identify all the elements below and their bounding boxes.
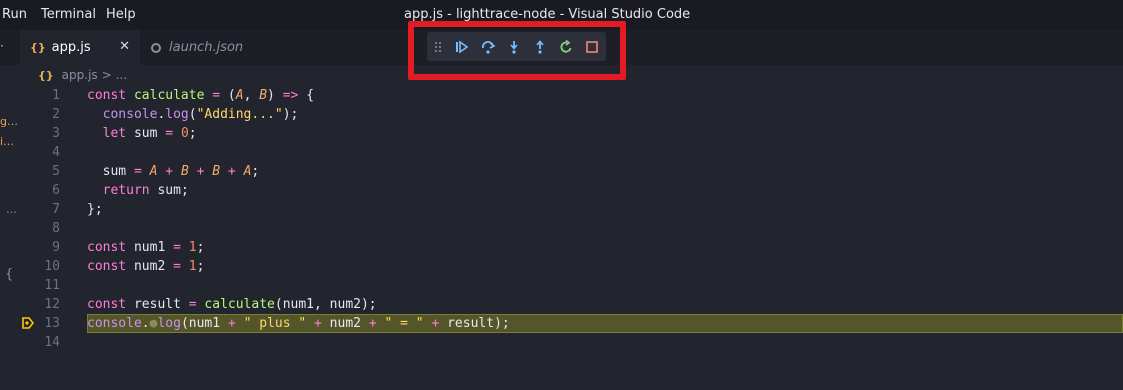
- line-number: 12: [44, 297, 60, 312]
- line-number: 5: [52, 164, 60, 179]
- stop-icon: [586, 40, 598, 53]
- code-text: const calculate = (A, B) => {: [87, 88, 315, 103]
- line-number: 13: [44, 316, 60, 331]
- line-number: 7: [52, 202, 60, 217]
- code-text: const result = calculate(num1, num2);: [87, 297, 377, 312]
- continue-icon: [456, 39, 469, 54]
- code-text: return sum;: [102, 183, 189, 198]
- line-number: 9: [52, 240, 60, 255]
- close-icon[interactable]: ✕: [119, 39, 130, 54]
- code-line[interactable]: 3 let sum = 0;: [0, 124, 1123, 143]
- line-number: 14: [44, 335, 60, 350]
- code-line[interactable]: 12 const result = calculate(num1, num2);: [0, 295, 1123, 314]
- tab-edge: ⋅: [0, 30, 20, 65]
- line-number: 8: [52, 221, 60, 236]
- js-icon: {}: [38, 68, 54, 82]
- json-icon: [151, 42, 161, 53]
- menu-terminal[interactable]: Terminal: [41, 7, 96, 22]
- restart-button[interactable]: [553, 36, 579, 58]
- breadcrumb: {} app.js > ...: [38, 68, 127, 82]
- step-out-icon: [536, 39, 544, 54]
- code-line[interactable]: 6 return sum;: [0, 181, 1123, 200]
- code-line-current[interactable]: 13 console.●log(num1 + " plus " + num2 +…: [0, 314, 1123, 333]
- tab-label: launch.json: [169, 40, 244, 55]
- line-number: 3: [52, 126, 60, 141]
- code-line[interactable]: 10 const num2 = 1;: [0, 257, 1123, 276]
- breadcrumb-more[interactable]: ...: [116, 68, 127, 82]
- tab-launch-json[interactable]: launch.json: [141, 30, 269, 65]
- tab-app-js[interactable]: {} app.js ✕: [20, 30, 140, 65]
- js-icon: {}: [30, 41, 46, 54]
- code-line[interactable]: 4: [0, 143, 1123, 162]
- code-line[interactable]: 14: [0, 333, 1123, 352]
- code-line[interactable]: 1 const calculate = (A, B) => {: [0, 86, 1123, 105]
- code-text: let sum = 0;: [102, 126, 197, 141]
- line-number: 6: [52, 183, 60, 198]
- code-text: const num2 = 1;: [87, 259, 205, 274]
- breadcrumb-file[interactable]: app.js: [62, 68, 98, 82]
- code-line[interactable]: 9 const num1 = 1;: [0, 238, 1123, 257]
- line-number: 1: [52, 88, 60, 103]
- window-title: app.js - lighttrace-node - Visual Studio…: [404, 7, 691, 22]
- code-text: console.log("Adding...");: [102, 107, 299, 122]
- line-number: 10: [44, 259, 60, 274]
- menu-help[interactable]: Help: [106, 7, 136, 22]
- step-out-button[interactable]: [527, 36, 553, 58]
- code-text: };: [87, 202, 103, 217]
- code-line[interactable]: 8: [0, 219, 1123, 238]
- step-into-icon: [510, 40, 518, 54]
- more-icon[interactable]: ⋅: [0, 39, 4, 53]
- continue-button[interactable]: [449, 36, 475, 58]
- line-number: 11: [44, 278, 60, 293]
- tab-label: app.js: [51, 40, 91, 55]
- line-number: 2: [52, 107, 60, 122]
- stop-button[interactable]: [579, 36, 605, 58]
- debug-toolbar: [427, 32, 606, 61]
- code-line[interactable]: 2 console.log("Adding...");: [0, 105, 1123, 124]
- step-into-button[interactable]: [501, 36, 527, 58]
- code-line[interactable]: 11: [0, 276, 1123, 295]
- drag-handle-icon[interactable]: [427, 36, 449, 58]
- chevron-right-icon: >: [101, 68, 112, 82]
- code-text: sum = A + B + B + A;: [102, 164, 260, 179]
- code-line[interactable]: 5 sum = A + B + B + A;: [0, 162, 1123, 181]
- code-text: console.●log(num1 + " plus " + num2 + " …: [87, 316, 510, 331]
- menu-run[interactable]: Run: [2, 7, 27, 22]
- line-number: 4: [52, 145, 60, 160]
- breakpoint-arrow-icon[interactable]: [22, 317, 34, 329]
- step-over-icon: [482, 40, 496, 54]
- restart-icon: [560, 39, 572, 53]
- step-over-button[interactable]: [475, 36, 501, 58]
- code-text: const num1 = 1;: [87, 240, 205, 255]
- code-line[interactable]: 7 };: [0, 200, 1123, 219]
